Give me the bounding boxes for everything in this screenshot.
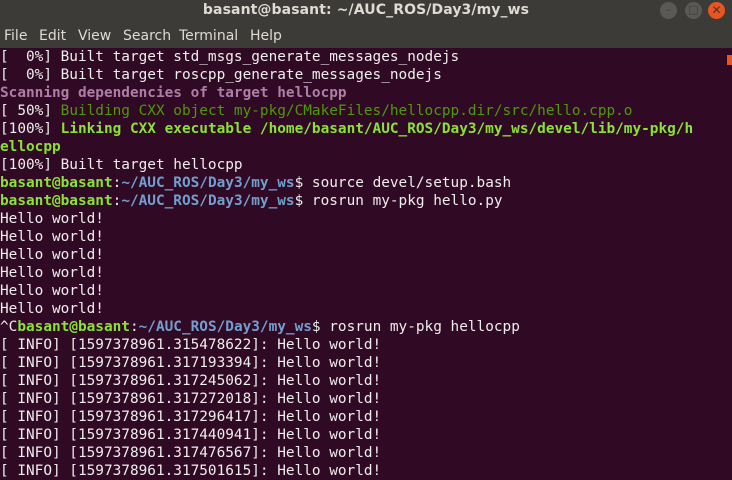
menu-terminal[interactable]: Terminal [179, 22, 238, 48]
menu-help[interactable]: Help [250, 22, 282, 48]
prompt-path: ~/AUC_ROS/Day3/my_ws [138, 319, 312, 335]
scrollbar[interactable] [724, 48, 732, 480]
output-line: Hello world! [0, 301, 104, 317]
output-line: ellocpp [0, 139, 61, 155]
output-line: [ INFO] [1597378961.317272018]: Hello wo… [0, 391, 382, 407]
terminal-output[interactable]: [ 0%] Built target std_msgs_generate_mes… [0, 48, 724, 480]
scrollbar-thumb[interactable] [727, 55, 732, 65]
output-line: [ INFO] [1597378961.317476567]: Hello wo… [0, 445, 382, 461]
window-title: basant@basant: ~/AUC_ROS/Day3/my_ws [202, 2, 530, 18]
output-line: [ 50%] Building CXX object my-pkg/CMakeF… [0, 102, 724, 120]
prompt-command: $ source devel/setup.bash [294, 175, 512, 191]
progress-prefix: [100%] [0, 121, 61, 137]
title-bar[interactable]: basant@basant: ~/AUC_ROS/Day3/my_ws – □ … [0, 0, 732, 22]
maximize-icon: □ [688, 3, 699, 16]
progress-prefix: [ 50%] [0, 103, 61, 119]
menu-file[interactable]: File [4, 22, 27, 48]
prompt-path: ~/AUC_ROS/Day3/my_ws [121, 175, 295, 191]
output-line: [ INFO] [1597378961.317193394]: Hello wo… [0, 355, 382, 371]
output-line: [ INFO] [1597378961.317296417]: Hello wo… [0, 409, 382, 425]
menu-edit[interactable]: Edit [39, 22, 66, 48]
output-line: Scanning dependencies of target hellocpp [0, 85, 347, 101]
menu-search[interactable]: Search [123, 22, 171, 48]
minimize-icon: – [665, 3, 672, 16]
output-line: [ INFO] [1597378961.317440941]: Hello wo… [0, 427, 382, 443]
maximize-button[interactable]: □ [685, 2, 702, 19]
prompt-user: basant@basant [0, 175, 113, 191]
output-line: [100%] Linking CXX executable /home/basa… [0, 120, 724, 138]
prompt-colon: : [112, 193, 122, 209]
prompt-colon: : [129, 319, 139, 335]
close-button[interactable]: ✕ [708, 2, 725, 19]
output-line: Hello world! [0, 283, 104, 299]
output-line: Hello world! [0, 247, 104, 263]
output-line: [ INFO] [1597378961.317245062]: Hello wo… [0, 373, 382, 389]
interrupt-marker: ^C [0, 319, 18, 335]
output-line: Hello world! [0, 211, 104, 227]
output-line: Hello world! [0, 229, 104, 245]
minimize-button[interactable]: – [660, 2, 677, 19]
prompt-command: $ rosrun my-pkg hello.py [294, 193, 503, 209]
prompt-user: basant@basant [17, 319, 130, 335]
build-message: Building CXX object my-pkg/CMakeFiles/he… [60, 103, 633, 119]
prompt-line: basant@basant:~/AUC_ROS/Day3/my_ws$ sour… [0, 174, 724, 192]
output-line: [ INFO] [1597378961.317501615]: Hello wo… [0, 463, 382, 479]
prompt-command: $ rosrun my-pkg hellocpp [311, 319, 520, 335]
output-line: [ 0%] Built target roscpp_generate_messa… [0, 67, 442, 83]
menu-bar: File Edit View Search Terminal Help [0, 22, 732, 48]
prompt-line: ^Cbasant@basant:~/AUC_ROS/Day3/my_ws$ ro… [0, 318, 724, 336]
menu-view[interactable]: View [78, 22, 111, 48]
output-line: [ 0%] Built target std_msgs_generate_mes… [0, 49, 460, 65]
output-line: [100%] Built target hellocpp [0, 157, 243, 173]
prompt-path: ~/AUC_ROS/Day3/my_ws [121, 193, 295, 209]
link-message: Linking CXX executable /home/basant/AUC_… [60, 121, 694, 137]
output-line: [ INFO] [1597378961.315478622]: Hello wo… [0, 337, 382, 353]
close-icon: ✕ [711, 3, 722, 17]
prompt-line: basant@basant:~/AUC_ROS/Day3/my_ws$ rosr… [0, 192, 724, 210]
prompt-colon: : [112, 175, 122, 191]
output-line: Hello world! [0, 265, 104, 281]
prompt-user: basant@basant [0, 193, 113, 209]
